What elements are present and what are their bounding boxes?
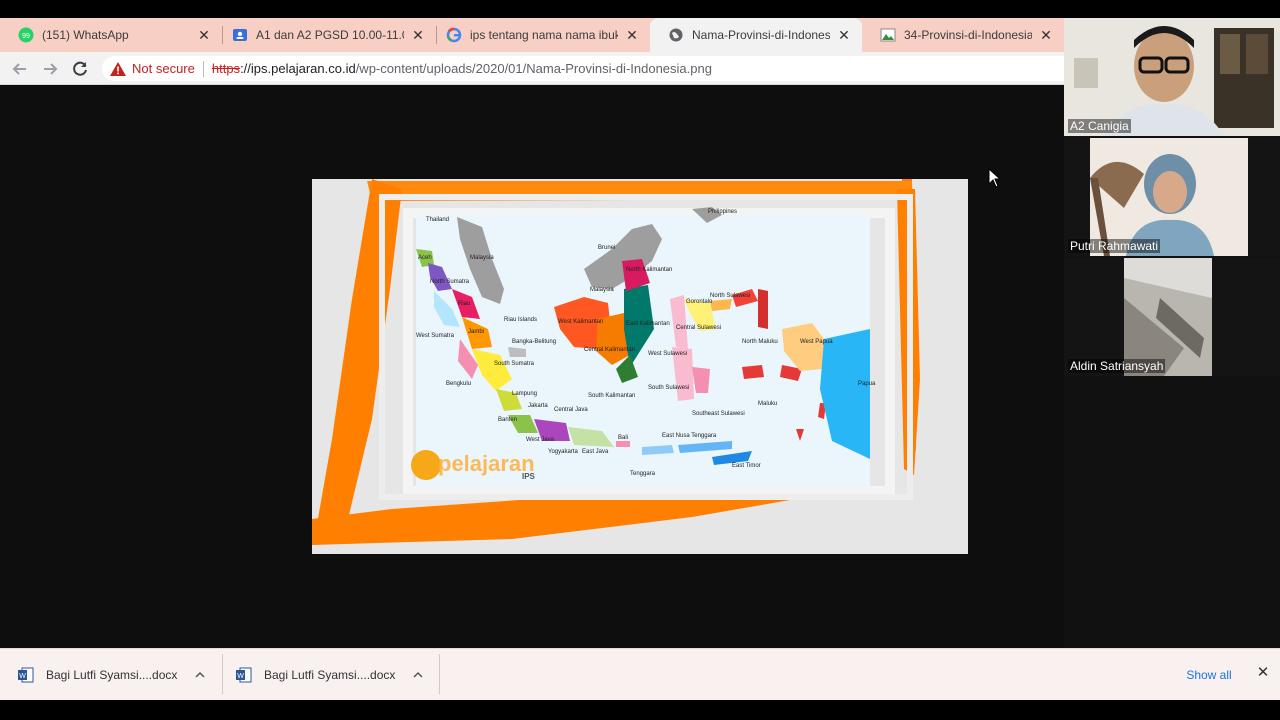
tab-title: 34-Provinsi-di-Indonesia.jpg (6 [904, 28, 1032, 42]
mouse-cursor-icon [988, 167, 1002, 193]
map-label: South Sulawesi [648, 385, 689, 391]
tab-active-image[interactable]: Nama-Provinsi-di-Indonesia.pr ✕ [650, 18, 862, 52]
map-label: Riau Islands [504, 317, 537, 323]
chevron-up-icon[interactable] [413, 668, 423, 682]
show-all-downloads-button[interactable]: Show all [1174, 662, 1244, 688]
omnibox-divider [202, 60, 204, 77]
map-label: Central Java [554, 407, 588, 413]
map-label: North Maluku [742, 339, 778, 345]
map-label: Brunei [598, 245, 615, 251]
download-item[interactable]: W Bagi Lutfi Syamsi....docx [18, 656, 205, 694]
map-label: South Sumatra [494, 361, 535, 367]
logo-text: pelajaran [438, 451, 535, 476]
download-item[interactable]: W Bagi Lutfi Syamsi....docx [236, 656, 423, 694]
participant-tile[interactable]: Aldin Satriansyah [1064, 258, 1280, 376]
close-tab-icon[interactable]: ✕ [1038, 27, 1054, 43]
map-label: Central Sulawesi [676, 325, 721, 331]
close-tab-icon[interactable]: ✕ [624, 27, 640, 43]
map-label: West Sumatra [416, 333, 455, 339]
map-label: Lampung [512, 391, 537, 397]
map-label: East Kalimantan [626, 321, 670, 327]
map-label: North Kalimantan [626, 267, 672, 273]
bottom-black-strip [0, 700, 1280, 720]
download-separator [439, 654, 440, 694]
participant-tile[interactable]: A2 Canigia [1064, 18, 1280, 136]
map-label: Bali [618, 435, 628, 441]
map-label: East Timor [732, 463, 761, 469]
participant-name: Putri Rahmawati [1068, 239, 1161, 253]
svg-text:W: W [19, 673, 26, 680]
download-filename: Bagi Lutfi Syamsi....docx [264, 668, 396, 682]
map-label: Central Kalimantan [584, 347, 635, 353]
tab-whatsapp[interactable]: 99 (151) WhatsApp ✕ [0, 18, 222, 52]
map-label: Southeast Sulawesi [692, 411, 745, 417]
url-host: ://ips.pelajaran.co.id [240, 61, 356, 76]
warning-icon [110, 61, 126, 76]
download-separator [222, 654, 223, 694]
chevron-up-icon[interactable] [195, 668, 205, 682]
map-label: Papua [858, 381, 876, 387]
classroom-icon [232, 27, 248, 43]
map-label: West Kalimantan [558, 319, 603, 325]
map-label: East Nusa Tenggara [662, 433, 717, 439]
svg-text:W: W [237, 673, 244, 680]
map-label: North Sulawesi [710, 293, 750, 299]
map-label: Aceh [418, 255, 432, 261]
download-filename: Bagi Lutfi Syamsi....docx [46, 668, 178, 682]
map-label: South Kalimantan [588, 393, 635, 399]
forward-icon[interactable] [39, 58, 61, 80]
map-label: Malaysia [590, 287, 614, 293]
map-label: Tenggara [630, 471, 656, 477]
close-tab-icon[interactable]: ✕ [836, 27, 852, 43]
map-label: Banten [498, 417, 517, 423]
globe-icon [668, 27, 684, 43]
participant-name: Aldin Satriansyah [1068, 359, 1166, 373]
map-label: Yogyakarta [548, 449, 578, 455]
map-label: West Papua [800, 339, 833, 345]
map-label: Gorontalo [686, 299, 713, 305]
close-tab-icon[interactable]: ✕ [410, 27, 426, 43]
tab-title: Nama-Provinsi-di-Indonesia.pr [692, 28, 830, 42]
map-label: Malaysia [470, 255, 494, 261]
map-label: Bengkulu [446, 381, 471, 387]
url-scheme: https [211, 61, 241, 76]
close-download-bar-icon[interactable]: ✕ [1254, 664, 1272, 682]
not-secure-label[interactable]: Not secure [132, 61, 195, 76]
tab-title: (151) WhatsApp [42, 28, 129, 42]
svg-text:99: 99 [22, 33, 30, 40]
whatsapp-icon: 99 [18, 27, 34, 43]
screen: 99 (151) WhatsApp ✕ A1 dan A2 PGSD 10.00… [0, 0, 1280, 720]
close-tab-icon[interactable]: ✕ [196, 27, 212, 43]
map-label: West Sulawesi [648, 351, 687, 357]
tab-google-search[interactable]: ips tentang nama nama ibukot ✕ [428, 18, 650, 52]
map-label: East Java [582, 449, 609, 455]
tab-title: ips tentang nama nama ibukot [470, 28, 618, 42]
map-label: Thailand [426, 217, 449, 223]
map-label: Jakarta [528, 403, 548, 409]
map-label: Jambi [468, 329, 484, 335]
map-label: Maluku [758, 401, 777, 407]
tab-image-jpg[interactable]: 34-Provinsi-di-Indonesia.jpg (6 ✕ [862, 18, 1064, 52]
participant-name: A2 Canigia [1068, 119, 1131, 133]
word-doc-icon: W [18, 667, 34, 683]
word-doc-icon: W [236, 667, 252, 683]
map-label: West Java [526, 437, 555, 443]
map-label: Bangka-Belitung [512, 339, 556, 345]
reload-icon[interactable] [69, 58, 91, 80]
back-icon[interactable] [9, 58, 31, 80]
logo-subtext: IPS [522, 472, 536, 481]
tab-classroom[interactable]: A1 dan A2 PGSD 10.00-11.00 ✕ [214, 18, 436, 52]
map-label: Riau [458, 301, 470, 307]
indonesia-province-map-image[interactable]: Thailand Philippines Malaysia Malaysia B… [312, 179, 968, 554]
participant-tile[interactable]: Putri Rahmawati [1064, 138, 1280, 256]
url-path: /wp-content/uploads/2020/01/Nama-Provins… [355, 61, 712, 76]
top-black-strip [0, 0, 1280, 18]
google-icon [446, 27, 462, 43]
image-icon [880, 27, 896, 43]
map-label: Philippines [708, 209, 737, 215]
tab-title: A1 dan A2 PGSD 10.00-11.00 [256, 28, 404, 42]
url-text[interactable]: https://ips.pelajaran.co.id/wp-content/u… [212, 61, 712, 76]
address-bar[interactable]: Not secure https://ips.pelajaran.co.id/w… [102, 56, 1064, 81]
map-label: North Sumatra [430, 279, 470, 285]
